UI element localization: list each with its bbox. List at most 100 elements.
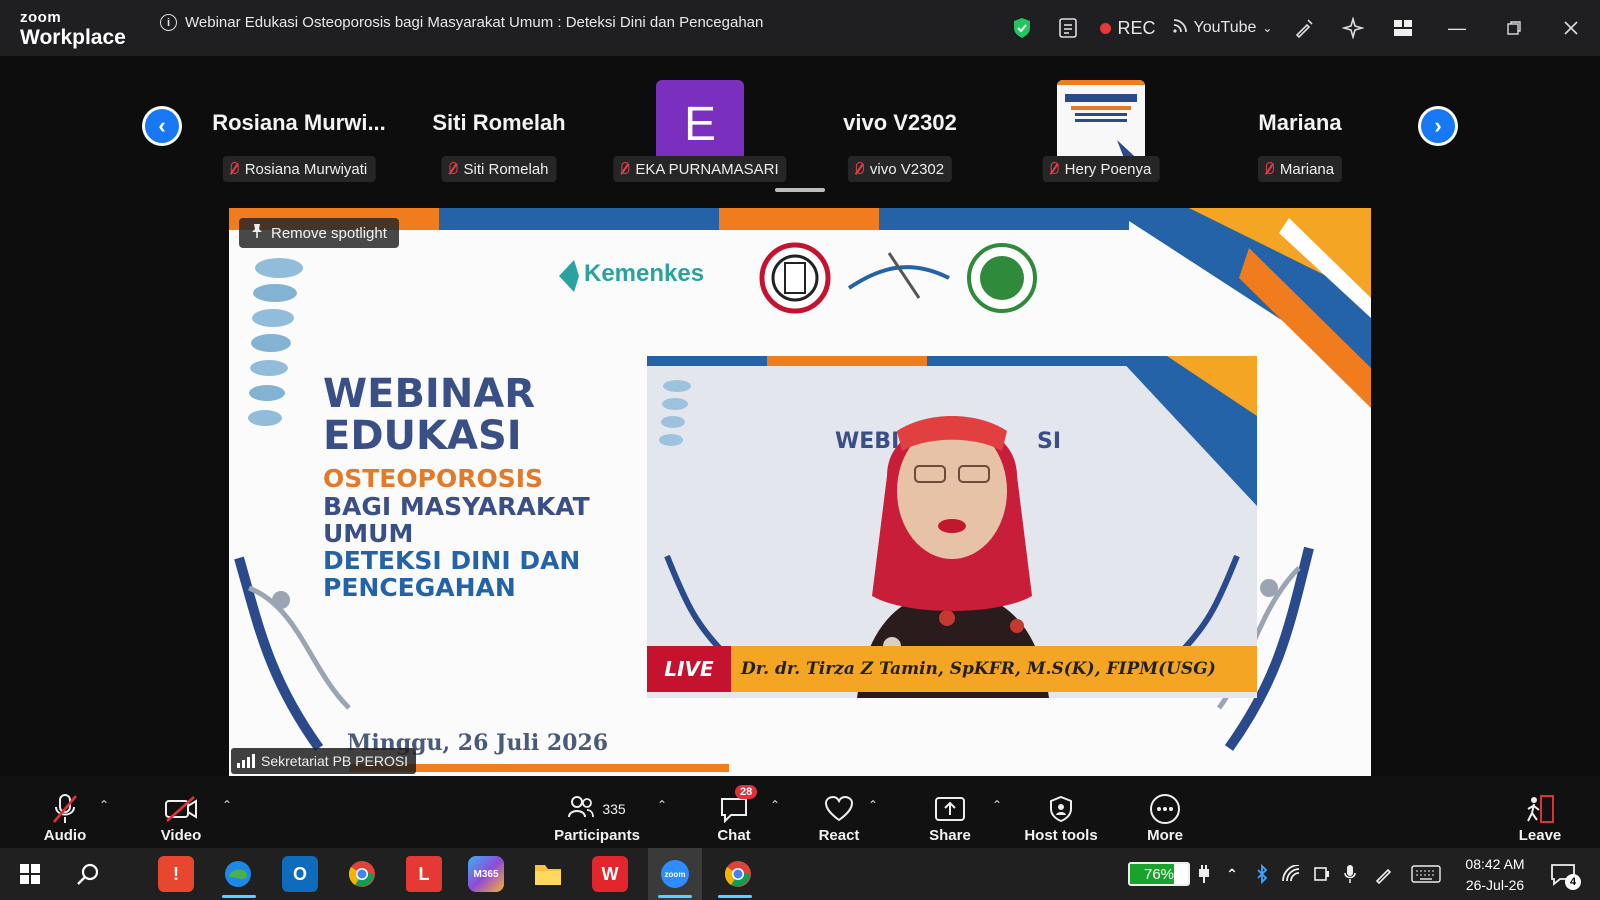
notification-icon[interactable]: 4 <box>1545 856 1581 892</box>
keyboard-icon[interactable] <box>1410 856 1442 892</box>
minimize-icon[interactable]: — <box>1428 0 1486 56</box>
video-options-caret[interactable]: ⌃ <box>222 798 232 812</box>
svg-text:WEBI: WEBI <box>835 429 899 454</box>
signal-strength-icon <box>237 754 255 768</box>
leave-label: Leave <box>1518 827 1562 844</box>
more-button[interactable]: More <box>1142 782 1188 844</box>
shield-icon[interactable] <box>1000 0 1044 56</box>
chrome-icon[interactable] <box>344 856 380 892</box>
edge-browser-icon[interactable] <box>220 856 256 892</box>
participant-name: Hery Poenya <box>1064 160 1152 178</box>
battery-indicator[interactable]: 76% <box>1128 862 1190 886</box>
mic-muted-icon <box>51 791 79 827</box>
participant-tile[interactable]: E EKA PURNAMASARI <box>605 80 795 190</box>
pen-icon[interactable] <box>1372 856 1396 892</box>
info-icon[interactable]: i <box>160 14 177 31</box>
file-explorer-icon[interactable] <box>530 856 566 892</box>
participant-tile[interactable]: Rosiana Murwi... Rosiana Murwiyati <box>204 80 394 190</box>
notes-icon[interactable] <box>1044 0 1092 56</box>
chevron-down-icon: ⌄ <box>1262 21 1273 35</box>
battery-percent: 76% <box>1143 865 1175 883</box>
close-icon[interactable] <box>1542 0 1600 56</box>
presenter-video: WEBI SI LIVE Dr. dr. Tirza Z Tamin, SpKF… <box>647 356 1257 698</box>
l-app-icon[interactable]: L <box>406 856 442 892</box>
slide-subtitle-line: DETEKSI DINI DAN <box>323 546 581 575</box>
svg-text:zoom: zoom <box>665 870 686 879</box>
slide-subtitle-line: UMUM <box>323 519 414 548</box>
react-button[interactable]: React <box>814 782 864 844</box>
leave-icon <box>1523 791 1557 827</box>
more-dots-icon <box>1149 791 1181 827</box>
search-icon[interactable] <box>70 856 106 892</box>
participant-display-name: Mariana <box>1258 110 1342 135</box>
app-icon-red[interactable]: ! <box>158 856 194 892</box>
meeting-info[interactable]: i Webinar Edukasi Osteoporosis bagi Masy… <box>160 14 763 31</box>
leave-button[interactable]: Leave <box>1518 782 1562 844</box>
m365-icon[interactable]: M365 <box>468 856 504 892</box>
slide-subtitle-line: PENCEGAHAN <box>323 573 516 602</box>
brand-small: zoom <box>20 9 62 26</box>
react-options-caret[interactable]: ⌃ <box>868 798 878 812</box>
participant-tile[interactable]: Hery Poenya <box>1006 80 1196 190</box>
participant-name: Mariana <box>1279 160 1335 178</box>
chat-options-caret[interactable]: ⌃ <box>770 798 780 812</box>
share-options-caret[interactable]: ⌃ <box>992 798 1002 812</box>
gallery-prev-button[interactable]: ‹ <box>142 106 182 146</box>
speaker-name: Dr. dr. Tirza Z Tamin, SpKFR, M.S(K), FI… <box>741 659 1216 679</box>
recording-indicator[interactable]: REC <box>1092 0 1164 56</box>
microphone-icon[interactable] <box>1338 856 1362 892</box>
shield-icon <box>1048 791 1074 827</box>
wps-office-icon[interactable]: W <box>592 856 628 892</box>
host-tools-button[interactable]: Host tools <box>1022 782 1100 844</box>
heart-icon <box>824 791 854 827</box>
participant-display-name: Rosiana Murwi... <box>212 110 386 135</box>
lower-third: LIVE Dr. dr. Tirza Z Tamin, SpKFR, M.S(K… <box>647 646 1257 692</box>
chevron-up-icon[interactable]: ⌃ <box>1220 856 1244 892</box>
video-label: Video <box>160 827 202 844</box>
more-label: More <box>1147 827 1183 844</box>
stream-label: YouTube <box>1193 19 1257 36</box>
spotlight-video: Kemenkes WEBINAR EDUKASI OSTEOPOROSIS BA… <box>229 208 1371 776</box>
ai-companion-icon[interactable] <box>1328 0 1378 56</box>
windows-start-icon[interactable] <box>12 856 48 892</box>
power-plug-icon[interactable] <box>1192 856 1216 892</box>
app-logo: zoom Workplace <box>20 10 126 48</box>
clock[interactable]: 08:42 AM 26-Jul-26 <box>1452 856 1538 893</box>
audio-button[interactable]: Audio <box>40 782 90 844</box>
wifi-icon[interactable] <box>1280 856 1304 892</box>
titlebar-controls: REC YouTube ⌄ — <box>1000 0 1600 56</box>
annotate-icon[interactable] <box>1280 0 1328 56</box>
bluetooth-icon[interactable] <box>1250 856 1274 892</box>
view-layout-icon[interactable] <box>1378 0 1428 56</box>
share-button[interactable]: Share <box>922 782 978 844</box>
zoom-app-icon[interactable]: zoom <box>657 856 693 892</box>
gallery-next-button[interactable]: › <box>1418 106 1458 146</box>
audio-options-caret[interactable]: ⌃ <box>99 798 109 812</box>
participant-nametag: Rosiana Murwiyati <box>222 156 376 182</box>
host-tools-label: Host tools <box>1024 827 1098 844</box>
participants-options-caret[interactable]: ⌃ <box>657 798 667 812</box>
chrome-profile-icon[interactable] <box>720 856 756 892</box>
video-off-icon <box>164 791 198 827</box>
participant-display-name: vivo V2302 <box>843 110 957 135</box>
outlook-icon[interactable]: O <box>282 856 318 892</box>
slide-title-line: WEBINAR <box>323 371 536 417</box>
live-stream-dropdown[interactable]: YouTube ⌄ <box>1164 0 1280 56</box>
device-icon[interactable] <box>1310 856 1334 892</box>
chat-unread-badge: 28 <box>735 785 758 799</box>
participant-tile[interactable]: Siti Romelah Siti Romelah <box>404 80 594 190</box>
chat-button[interactable]: 28 Chat <box>712 782 758 844</box>
restore-icon[interactable] <box>1486 0 1542 56</box>
svg-text:SI: SI <box>1037 429 1061 454</box>
participant-tile[interactable]: Mariana Mariana <box>1205 80 1395 190</box>
title-bar: zoom Workplace i Webinar Edukasi Osteopo… <box>0 0 1600 56</box>
participant-tile[interactable]: vivo V2302 vivo V2302 <box>805 80 995 190</box>
slide-title-line: EDUKASI <box>323 413 522 459</box>
video-button[interactable]: Video <box>155 782 207 844</box>
participants-button[interactable]: 335 Participants <box>552 782 642 844</box>
share-screen-icon <box>934 791 966 827</box>
speaker-nametag: Sekretariat PB PEROSI <box>231 748 417 774</box>
gallery-scroll-indicator[interactable] <box>775 188 825 192</box>
remove-spotlight-button[interactable]: Remove spotlight <box>239 218 399 248</box>
react-label: React <box>818 827 860 844</box>
